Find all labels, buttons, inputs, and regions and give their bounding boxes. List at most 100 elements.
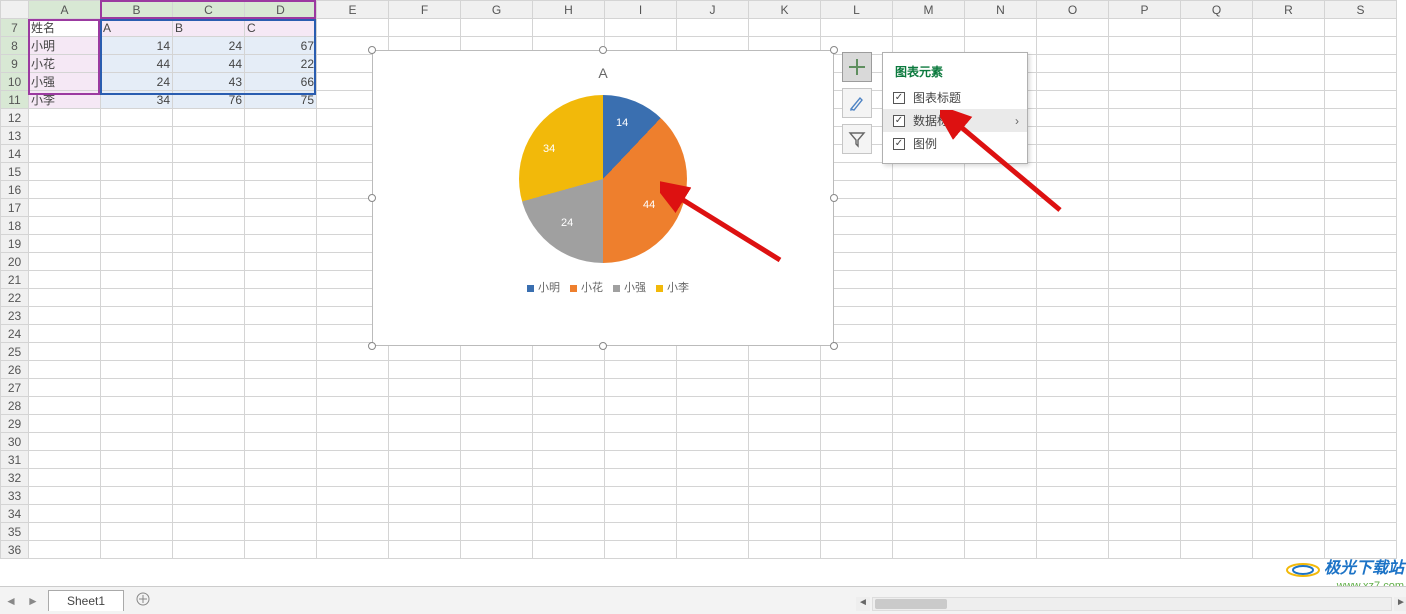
cell[interactable] (1181, 217, 1253, 235)
cell[interactable] (1181, 505, 1253, 523)
row-header[interactable]: 17 (1, 199, 29, 217)
cell[interactable] (1325, 307, 1397, 325)
scroll-right-button[interactable]: ► (1394, 597, 1406, 611)
row-header[interactable]: 23 (1, 307, 29, 325)
cell[interactable] (749, 523, 821, 541)
column-header[interactable]: E (317, 1, 389, 19)
cell[interactable] (173, 109, 245, 127)
cell[interactable] (101, 397, 173, 415)
cell[interactable] (245, 181, 317, 199)
row-header[interactable]: 7 (1, 19, 29, 37)
cell[interactable] (749, 379, 821, 397)
cell[interactable] (1253, 541, 1325, 559)
cell[interactable] (101, 235, 173, 253)
row-header[interactable]: 34 (1, 505, 29, 523)
cell[interactable] (1037, 487, 1109, 505)
cell[interactable] (893, 307, 965, 325)
cell[interactable] (1037, 253, 1109, 271)
row-header[interactable]: 26 (1, 361, 29, 379)
cell[interactable] (173, 217, 245, 235)
cell[interactable] (1037, 325, 1109, 343)
row-header[interactable]: 14 (1, 145, 29, 163)
row-header[interactable]: 21 (1, 271, 29, 289)
cell[interactable] (533, 415, 605, 433)
cell[interactable] (605, 415, 677, 433)
cell[interactable] (893, 253, 965, 271)
sheet-tab[interactable]: Sheet1 (48, 590, 124, 611)
cell[interactable] (1181, 379, 1253, 397)
cell[interactable] (29, 469, 101, 487)
cell[interactable] (1181, 451, 1253, 469)
cell[interactable] (677, 469, 749, 487)
cell[interactable] (821, 361, 893, 379)
cell[interactable] (965, 163, 1037, 181)
cell[interactable] (317, 469, 389, 487)
cell[interactable] (1109, 433, 1181, 451)
cell[interactable] (1181, 523, 1253, 541)
cell[interactable] (389, 379, 461, 397)
cell[interactable] (893, 235, 965, 253)
cell[interactable] (605, 523, 677, 541)
cell[interactable] (101, 523, 173, 541)
cell[interactable] (1109, 145, 1181, 163)
column-header[interactable]: B (101, 1, 173, 19)
cell[interactable] (677, 379, 749, 397)
cell[interactable] (461, 415, 533, 433)
cell[interactable] (245, 343, 317, 361)
cell[interactable] (749, 397, 821, 415)
cell[interactable] (173, 487, 245, 505)
cell[interactable] (29, 235, 101, 253)
cell[interactable] (1037, 469, 1109, 487)
cell[interactable] (1109, 181, 1181, 199)
cell[interactable] (101, 271, 173, 289)
cell[interactable] (893, 325, 965, 343)
cell[interactable] (245, 307, 317, 325)
cell[interactable] (749, 487, 821, 505)
cell[interactable] (1181, 361, 1253, 379)
cell[interactable] (533, 541, 605, 559)
row-header[interactable]: 13 (1, 127, 29, 145)
cell[interactable] (389, 433, 461, 451)
cell[interactable] (965, 253, 1037, 271)
cell[interactable] (29, 145, 101, 163)
cell[interactable] (965, 271, 1037, 289)
cell[interactable] (173, 181, 245, 199)
cell[interactable]: 24 (101, 73, 173, 91)
cell[interactable] (1253, 73, 1325, 91)
cell[interactable] (389, 523, 461, 541)
cell[interactable] (1253, 19, 1325, 37)
cell[interactable] (1037, 523, 1109, 541)
cell[interactable] (1325, 37, 1397, 55)
chart-element-option[interactable]: ✓图例 (883, 132, 1027, 155)
cell[interactable] (1037, 271, 1109, 289)
cell[interactable] (749, 541, 821, 559)
cell[interactable] (1325, 469, 1397, 487)
cell[interactable] (389, 469, 461, 487)
cell[interactable] (533, 451, 605, 469)
cell[interactable] (1181, 253, 1253, 271)
cell[interactable] (821, 19, 893, 37)
cell[interactable] (677, 541, 749, 559)
cell[interactable] (1181, 487, 1253, 505)
cell[interactable] (1037, 451, 1109, 469)
cell[interactable] (533, 379, 605, 397)
cell[interactable] (1037, 505, 1109, 523)
cell[interactable] (101, 505, 173, 523)
cell[interactable]: 小花 (29, 55, 101, 73)
cell[interactable] (1325, 145, 1397, 163)
cell[interactable] (1181, 73, 1253, 91)
cell[interactable] (749, 469, 821, 487)
cell[interactable] (173, 415, 245, 433)
cell[interactable] (1109, 541, 1181, 559)
cell[interactable]: 75 (245, 91, 317, 109)
cell[interactable] (1109, 397, 1181, 415)
cell[interactable] (245, 379, 317, 397)
cell[interactable]: 姓名 (29, 19, 101, 37)
row-header[interactable]: 29 (1, 415, 29, 433)
cell[interactable] (1325, 505, 1397, 523)
cell[interactable] (245, 109, 317, 127)
cell[interactable] (1109, 271, 1181, 289)
cell[interactable] (821, 397, 893, 415)
cell[interactable]: 小明 (29, 37, 101, 55)
cell[interactable] (389, 451, 461, 469)
